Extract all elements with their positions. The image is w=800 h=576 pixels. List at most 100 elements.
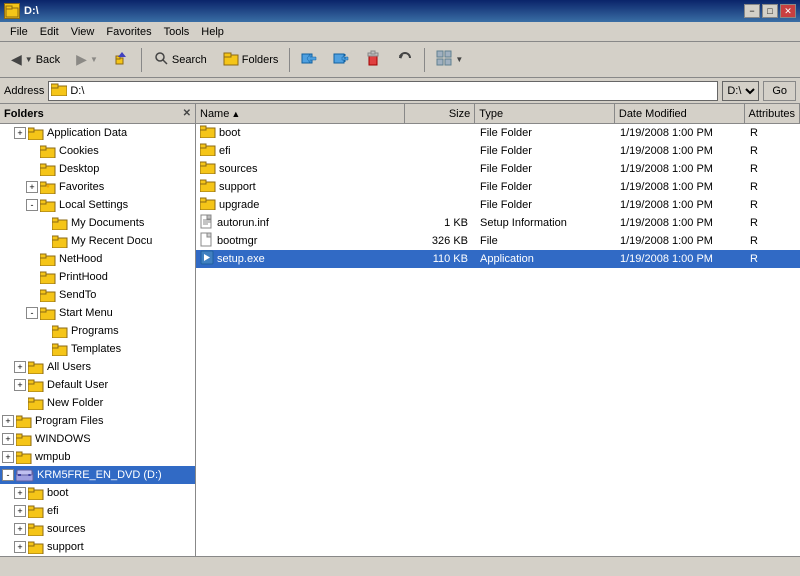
close-button[interactable]: ✕ [780,4,796,18]
close-folders-button[interactable]: ✕ [183,108,191,119]
title-bar: D:\ − □ ✕ [0,0,800,22]
tree-item[interactable]: New Folder [0,394,195,412]
file-type: File Folder [476,163,616,175]
expand-button[interactable]: - [26,307,38,319]
expand-button[interactable]: - [2,469,14,481]
expand-button[interactable]: + [2,451,14,463]
tree-item[interactable]: NetHood [0,250,195,268]
forward-button[interactable]: ▶ ▼ [69,46,105,74]
expand-button[interactable]: - [26,199,38,211]
file-row[interactable]: upgrade File Folder 1/19/2008 1:00 PM R [196,196,800,214]
tree-item[interactable]: + support [0,538,195,556]
menu-favorites[interactable]: Favorites [100,24,157,40]
file-attr: R [746,253,800,265]
file-row[interactable]: autorun.inf 1 KB Setup Information 1/19/… [196,214,800,232]
tree-item[interactable]: - Start Menu [0,304,195,322]
tree-item[interactable]: + sources [0,520,195,538]
move-to-button[interactable] [294,46,324,74]
file-row[interactable]: efi File Folder 1/19/2008 1:00 PM R [196,142,800,160]
file-row[interactable]: support File Folder 1/19/2008 1:00 PM R [196,178,800,196]
expand-button[interactable]: + [26,181,38,193]
menu-view[interactable]: View [65,24,101,40]
folder-icon [28,523,44,536]
back-button[interactable]: ◀ ▼ Back [4,46,67,74]
folder-icon [52,325,68,338]
tree-item[interactable]: Desktop [0,160,195,178]
menu-tools[interactable]: Tools [158,24,196,40]
tree-item[interactable]: My Recent Docu [0,232,195,250]
tree-item[interactable]: + All Users [0,358,195,376]
expand-button[interactable]: + [2,433,14,445]
file-type-icon [200,143,216,159]
col-attr-header[interactable]: Attributes [745,104,800,123]
tree-item[interactable]: SendTo [0,286,195,304]
col-date-header[interactable]: Date Modified [615,104,745,123]
tree-item[interactable]: - Local Settings [0,196,195,214]
tree-item-label: Cookies [59,145,99,157]
expand-button[interactable]: + [2,415,14,427]
file-row[interactable]: sources File Folder 1/19/2008 1:00 PM R [196,160,800,178]
folder-icon [40,289,56,302]
expand-button[interactable]: + [14,505,26,517]
address-input[interactable]: D:\ [48,81,718,101]
views-button[interactable]: ▼ [429,46,470,74]
undo-button[interactable] [390,46,420,74]
window-title: D:\ [24,5,39,17]
search-button[interactable]: Search [146,46,214,74]
tree-item[interactable]: + efi [0,502,195,520]
tree-item[interactable]: + WINDOWS [0,430,195,448]
copy-to-button[interactable] [326,46,356,74]
tree-item-label: Favorites [59,181,104,193]
file-row[interactable]: boot File Folder 1/19/2008 1:00 PM R [196,124,800,142]
back-icon: ◀ [11,51,22,68]
file-row[interactable]: bootmgr 326 KB File 1/19/2008 1:00 PM R [196,232,800,250]
menu-help[interactable]: Help [195,24,230,40]
tree-item-label: All Users [47,361,91,373]
tree-item[interactable]: + Application Data [0,124,195,142]
tree-item[interactable]: Programs [0,322,195,340]
minimize-button[interactable]: − [744,4,760,18]
expand-button[interactable]: + [14,361,26,373]
col-name-header[interactable]: Name ▲ [196,104,405,123]
tree-item[interactable]: PrintHood [0,268,195,286]
file-size: 1 KB [406,217,476,229]
tree-item[interactable]: - KRM5FRE_EN_DVD (D:) [0,466,195,484]
folders-button[interactable]: Folders [216,46,286,74]
delete-button[interactable] [358,46,388,74]
up-button[interactable] [107,46,137,74]
search-icon [153,50,169,69]
tree-item[interactable]: + wmpub [0,448,195,466]
tree-item-label: Application Data [47,127,127,139]
tree-item[interactable]: Cookies [0,142,195,160]
tree-item[interactable]: + Default User [0,376,195,394]
file-type: File Folder [476,145,616,157]
col-size-header[interactable]: Size [405,104,475,123]
files-list: boot File Folder 1/19/2008 1:00 PM R efi… [196,124,800,556]
tree-item-label: Programs [71,325,119,337]
expand-button[interactable]: + [14,379,26,391]
exe-icon [200,250,214,265]
tree-item[interactable]: + boot [0,484,195,502]
expand-button[interactable]: + [14,523,26,535]
maximize-button[interactable]: □ [762,4,778,18]
expand-button[interactable]: + [14,487,26,499]
col-type-header[interactable]: Type [475,104,615,123]
setup-icon [200,214,214,229]
expand-button[interactable]: + [14,541,26,553]
address-dropdown[interactable]: D:\ [722,81,759,101]
tree-item[interactable]: Templates [0,340,195,358]
folder-icon [40,163,56,176]
menu-edit[interactable]: Edit [34,24,65,40]
tree-item[interactable]: + Favorites [0,178,195,196]
expand-button[interactable]: + [14,127,26,139]
tree-item[interactable]: My Documents [0,214,195,232]
separator-1 [141,48,142,72]
file-date: 1/19/2008 1:00 PM [616,217,746,229]
file-row[interactable]: setup.exe 110 KB Application 1/19/2008 1… [196,250,800,268]
tree-item-label: PrintHood [59,271,108,283]
go-button[interactable]: Go [763,81,796,101]
menu-file[interactable]: File [4,24,34,40]
folder-icon [28,487,44,500]
tree-item[interactable]: + Program Files [0,412,195,430]
file-type-icon [200,179,216,195]
